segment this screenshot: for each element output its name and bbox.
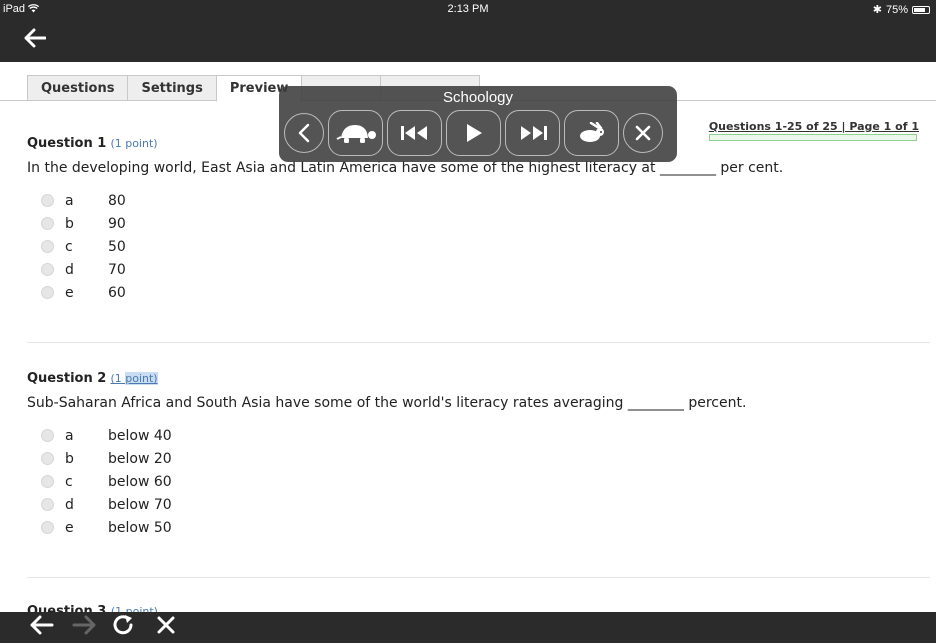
pager-text[interactable]: Questions 1-25 of 25 | Page 1 of 1 (709, 120, 919, 133)
question-2-text: Sub-Saharan Africa and South Asia have s… (27, 395, 747, 411)
question-1-option-b[interactable]: b 90 (41, 212, 126, 235)
question-1-option-c[interactable]: c 50 (41, 235, 126, 258)
back-arrow-icon[interactable] (24, 26, 47, 54)
status-bar: iPad 2:13 PM ✱ 75% (0, 0, 936, 20)
battery-percent: 75% (885, 3, 908, 16)
radio-button[interactable] (41, 429, 54, 442)
question-1-options: a 80 b 90 c 50 d 70 e 60 (41, 189, 126, 304)
question-2-label: Question 2 (27, 371, 107, 386)
question-divider (27, 342, 930, 343)
skip-forward-icon (518, 125, 548, 141)
radio-button[interactable] (41, 286, 54, 299)
skip-forward-button[interactable] (505, 110, 560, 156)
rabbit-icon (577, 122, 607, 144)
pager-progress-bar (708, 134, 917, 141)
question-1-points: (1 point) (110, 137, 158, 150)
question-2-header: Question 2 (1 point) (27, 371, 158, 386)
player-controls (284, 110, 663, 156)
close-icon (634, 124, 652, 142)
radio-button[interactable] (41, 263, 54, 276)
close-player-button[interactable] (623, 113, 663, 153)
radio-button[interactable] (41, 521, 54, 534)
question-1-text: In the developing world, East Asia and L… (27, 160, 784, 176)
radio-button[interactable] (41, 452, 54, 465)
tab-settings[interactable]: Settings (127, 75, 216, 101)
clock: 2:13 PM (447, 3, 489, 15)
bottom-toolbar (0, 612, 936, 643)
question-1-header: Question 1 (1 point) (27, 136, 158, 151)
question-2-option-c[interactable]: c below 60 (41, 470, 172, 493)
radio-button[interactable] (41, 475, 54, 488)
collapse-button[interactable] (284, 113, 324, 153)
forward-arrow-icon[interactable] (72, 614, 96, 641)
battery-fill (914, 7, 925, 12)
slow-speed-button[interactable] (328, 110, 383, 156)
question-2-options: a below 40 b below 20 c below 60 d below 70 … (41, 424, 172, 539)
close-icon[interactable] (155, 614, 177, 641)
bluetooth-icon: ✱ (872, 4, 882, 16)
play-button[interactable] (446, 110, 501, 156)
question-2-option-e[interactable]: e below 50 (41, 516, 172, 539)
question-divider (27, 577, 930, 578)
radio-button[interactable] (41, 217, 54, 230)
top-nav-bar (0, 20, 936, 62)
question-1-option-d[interactable]: d 70 (41, 258, 126, 281)
back-arrow-icon[interactable] (30, 614, 54, 641)
question-2-points: (1 point) (110, 372, 158, 385)
schoology-player-overlay: Schoology (279, 86, 677, 162)
radio-button[interactable] (41, 240, 54, 253)
turtle-icon (335, 122, 377, 144)
question-2-option-b[interactable]: b below 20 (41, 447, 172, 470)
player-title: Schoology (442, 89, 514, 106)
skip-back-button[interactable] (387, 110, 442, 156)
text-selection-highlight: point) (125, 372, 158, 385)
status-right: ✱ 75% (873, 3, 930, 16)
pager: Questions 1-25 of 25 | Page 1 of 1 (708, 120, 919, 141)
question-1-label: Question 1 (27, 136, 107, 151)
radio-button[interactable] (41, 194, 54, 207)
battery-icon (912, 5, 930, 14)
question-2-option-a[interactable]: a below 40 (41, 424, 172, 447)
question-2-option-d[interactable]: d below 70 (41, 493, 172, 516)
tab-questions[interactable]: Questions (27, 75, 128, 101)
reload-icon[interactable] (112, 614, 136, 641)
fast-speed-button[interactable] (564, 110, 619, 156)
chevron-left-icon (297, 123, 311, 143)
question-1-option-a[interactable]: a 80 (41, 189, 126, 212)
skip-back-icon (400, 125, 430, 141)
question-1-option-e[interactable]: e 60 (41, 281, 126, 304)
radio-button[interactable] (41, 498, 54, 511)
play-icon (465, 123, 483, 143)
